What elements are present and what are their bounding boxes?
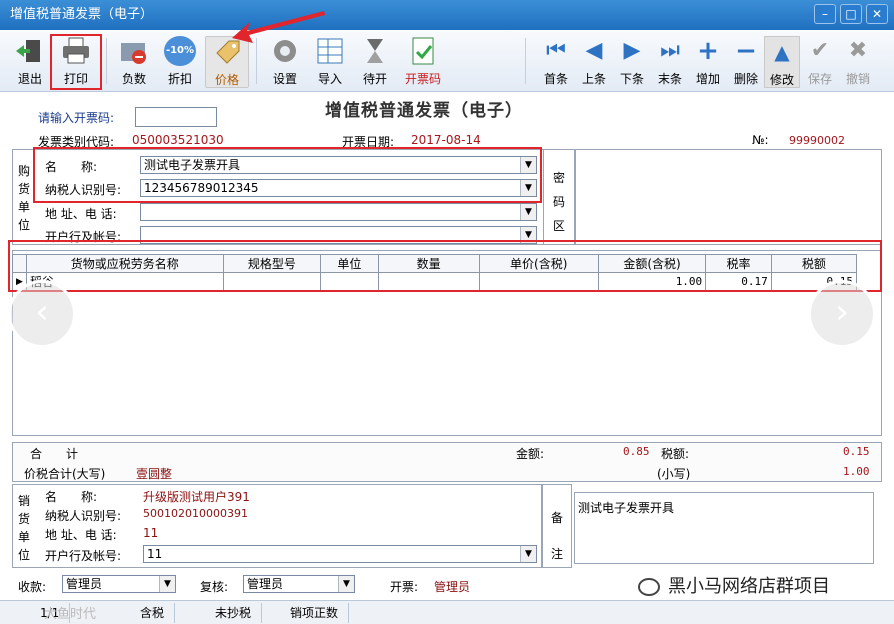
invoice-form: 增值税普通发票（电子） 请输入开票码: 发票类别代码: 050003521030… (0, 92, 894, 624)
corner-watermark: 大鱼时代 (44, 607, 97, 622)
last-record-button[interactable]: ⏭ 末条 (652, 36, 688, 88)
items-highlight-box (8, 240, 882, 292)
edit-triangle-icon: ▲ (774, 40, 790, 64)
enter-code-label: 请输入开票码: (38, 111, 115, 125)
chevron-down-icon[interactable]: ▼ (159, 576, 175, 592)
exit-door-icon (16, 40, 40, 62)
date-value: 2017-08-14 (411, 133, 481, 147)
exit-button[interactable]: 退出 (10, 36, 50, 88)
invoice-number-label: №: (752, 133, 769, 147)
invoice-number-value: 99990002 (789, 134, 845, 147)
hold-button[interactable]: 待开 (355, 36, 395, 88)
buyer-highlight-box (33, 147, 542, 203)
cipher-area-label: 密码区 (552, 171, 565, 233)
toolbar: 退出 打印 负数 -10% 折扣 价格 设置 导入 待开 开票码 ⏮ 首条 ◀ … (0, 11, 894, 92)
remark-label: 备注 (550, 511, 563, 561)
invoice-code-button[interactable]: 开票码 (400, 36, 446, 88)
seller-address-value: 11 (143, 526, 159, 540)
prev-record-button[interactable]: ◀ 上条 (576, 36, 612, 88)
small-total-label: (小写) (657, 467, 691, 481)
sum-amount-value: 0.85 (623, 445, 650, 458)
brand-watermark: 黑小马网络店群项目 (638, 572, 830, 598)
page-title: 增值税普通发票（电子） (325, 101, 523, 121)
category-code-value: 050003521030 (132, 133, 224, 147)
remark-text: 测试电子发票开具 (578, 501, 675, 515)
sum-amount-label: 金额: (516, 447, 545, 461)
minimize-button[interactable]: – (814, 4, 836, 24)
discount-icon: -10% (164, 36, 196, 66)
chevron-down-icon[interactable]: ▼ (520, 546, 536, 562)
sum-label: 合 计 (30, 447, 79, 461)
sum-tax-label: 税额: (661, 447, 690, 461)
review-label: 复核: (200, 580, 229, 594)
seller-bank-input[interactable]: 11 ▼ (143, 545, 537, 563)
print-highlight-box (50, 34, 102, 90)
minus-icon: − (735, 36, 757, 66)
payee-select[interactable]: 管理员 ▼ (62, 575, 176, 593)
last-arrow-icon: ⏭ (660, 38, 680, 63)
prev-page-overlay-icon[interactable]: ‹ (8, 280, 76, 348)
drawer-value: 管理员 (434, 580, 471, 594)
discount-button[interactable]: -10% 折扣 (160, 36, 200, 88)
hourglass-icon (367, 39, 383, 63)
status-tab-not-copied[interactable]: 未抄税 (205, 603, 263, 623)
payee-label: 收款: (18, 580, 47, 594)
next-record-button[interactable]: ▶ 下条 (614, 36, 650, 88)
window-title: 增值税普通发票（电子） (10, 7, 154, 22)
edit-button[interactable]: ▲ 修改 (764, 36, 800, 88)
invoice-check-icon (412, 37, 434, 65)
seller-address-label: 地 址、电 话: (45, 528, 117, 542)
plus-icon: + (697, 36, 719, 66)
grand-total-label: 价税合计(大写) (24, 467, 106, 481)
negative-button[interactable]: 负数 (114, 36, 154, 88)
checkmark-icon: ✔ (810, 38, 830, 63)
grand-total-words: 壹圆整 (136, 467, 173, 481)
cipher-area (575, 149, 882, 245)
cross-icon: ✖ (848, 38, 868, 63)
seller-tax-id-label: 纳税人识别号: (45, 509, 122, 523)
wechat-icon (638, 578, 660, 596)
seller-side-label: 销货单位 (17, 494, 30, 562)
undo-button[interactable]: ✖ 撤销 (840, 36, 876, 88)
add-button[interactable]: + 增加 (690, 36, 726, 88)
first-arrow-icon: ⏮ (546, 38, 566, 63)
small-total-value: 1.00 (843, 465, 870, 478)
seller-tax-id-value: 500102010000391 (143, 507, 248, 520)
maximize-button[interactable]: □ (840, 4, 862, 24)
invoice-code-input[interactable] (135, 107, 217, 127)
sum-tax-value: 0.15 (843, 445, 870, 458)
close-button[interactable]: ✕ (866, 4, 888, 24)
next-page-overlay-icon[interactable]: › (808, 280, 876, 348)
status-bar: 1/1 大鱼时代 含税 未抄税 销项正数 (0, 600, 894, 624)
drawer-label: 开票: (390, 580, 419, 594)
delete-button[interactable]: − 删除 (728, 36, 764, 88)
pointer-arrow-icon (232, 11, 325, 43)
negative-folder-icon (121, 43, 146, 64)
window-titlebar: 增值税普通发票（电子） – □ ✕ (0, 0, 894, 30)
first-record-button[interactable]: ⏮ 首条 (538, 36, 574, 88)
remark-textarea[interactable]: 测试电子发票开具 (574, 492, 874, 564)
review-select[interactable]: 管理员 ▼ (243, 575, 355, 593)
buyer-address-label: 地 址、电 话: (45, 207, 117, 221)
next-arrow-icon: ▶ (623, 38, 641, 63)
prev-arrow-icon: ◀ (585, 38, 603, 63)
seller-name-label: 名 称: (45, 490, 98, 504)
seller-name-value: 升级版测试用户391 (143, 490, 250, 504)
status-tab-positive-output[interactable]: 销项正数 (280, 603, 350, 623)
status-tab-tax-included[interactable]: 含税 (130, 603, 176, 623)
seller-bank-label: 开户行及帐号: (45, 549, 122, 563)
chevron-down-icon[interactable]: ▼ (520, 204, 536, 220)
save-button[interactable]: ✔ 保存 (802, 36, 838, 88)
chevron-down-icon[interactable]: ▼ (338, 576, 354, 592)
buyer-side-label: 购货单位 (17, 164, 30, 232)
buyer-address-input[interactable]: ▼ (140, 203, 537, 221)
